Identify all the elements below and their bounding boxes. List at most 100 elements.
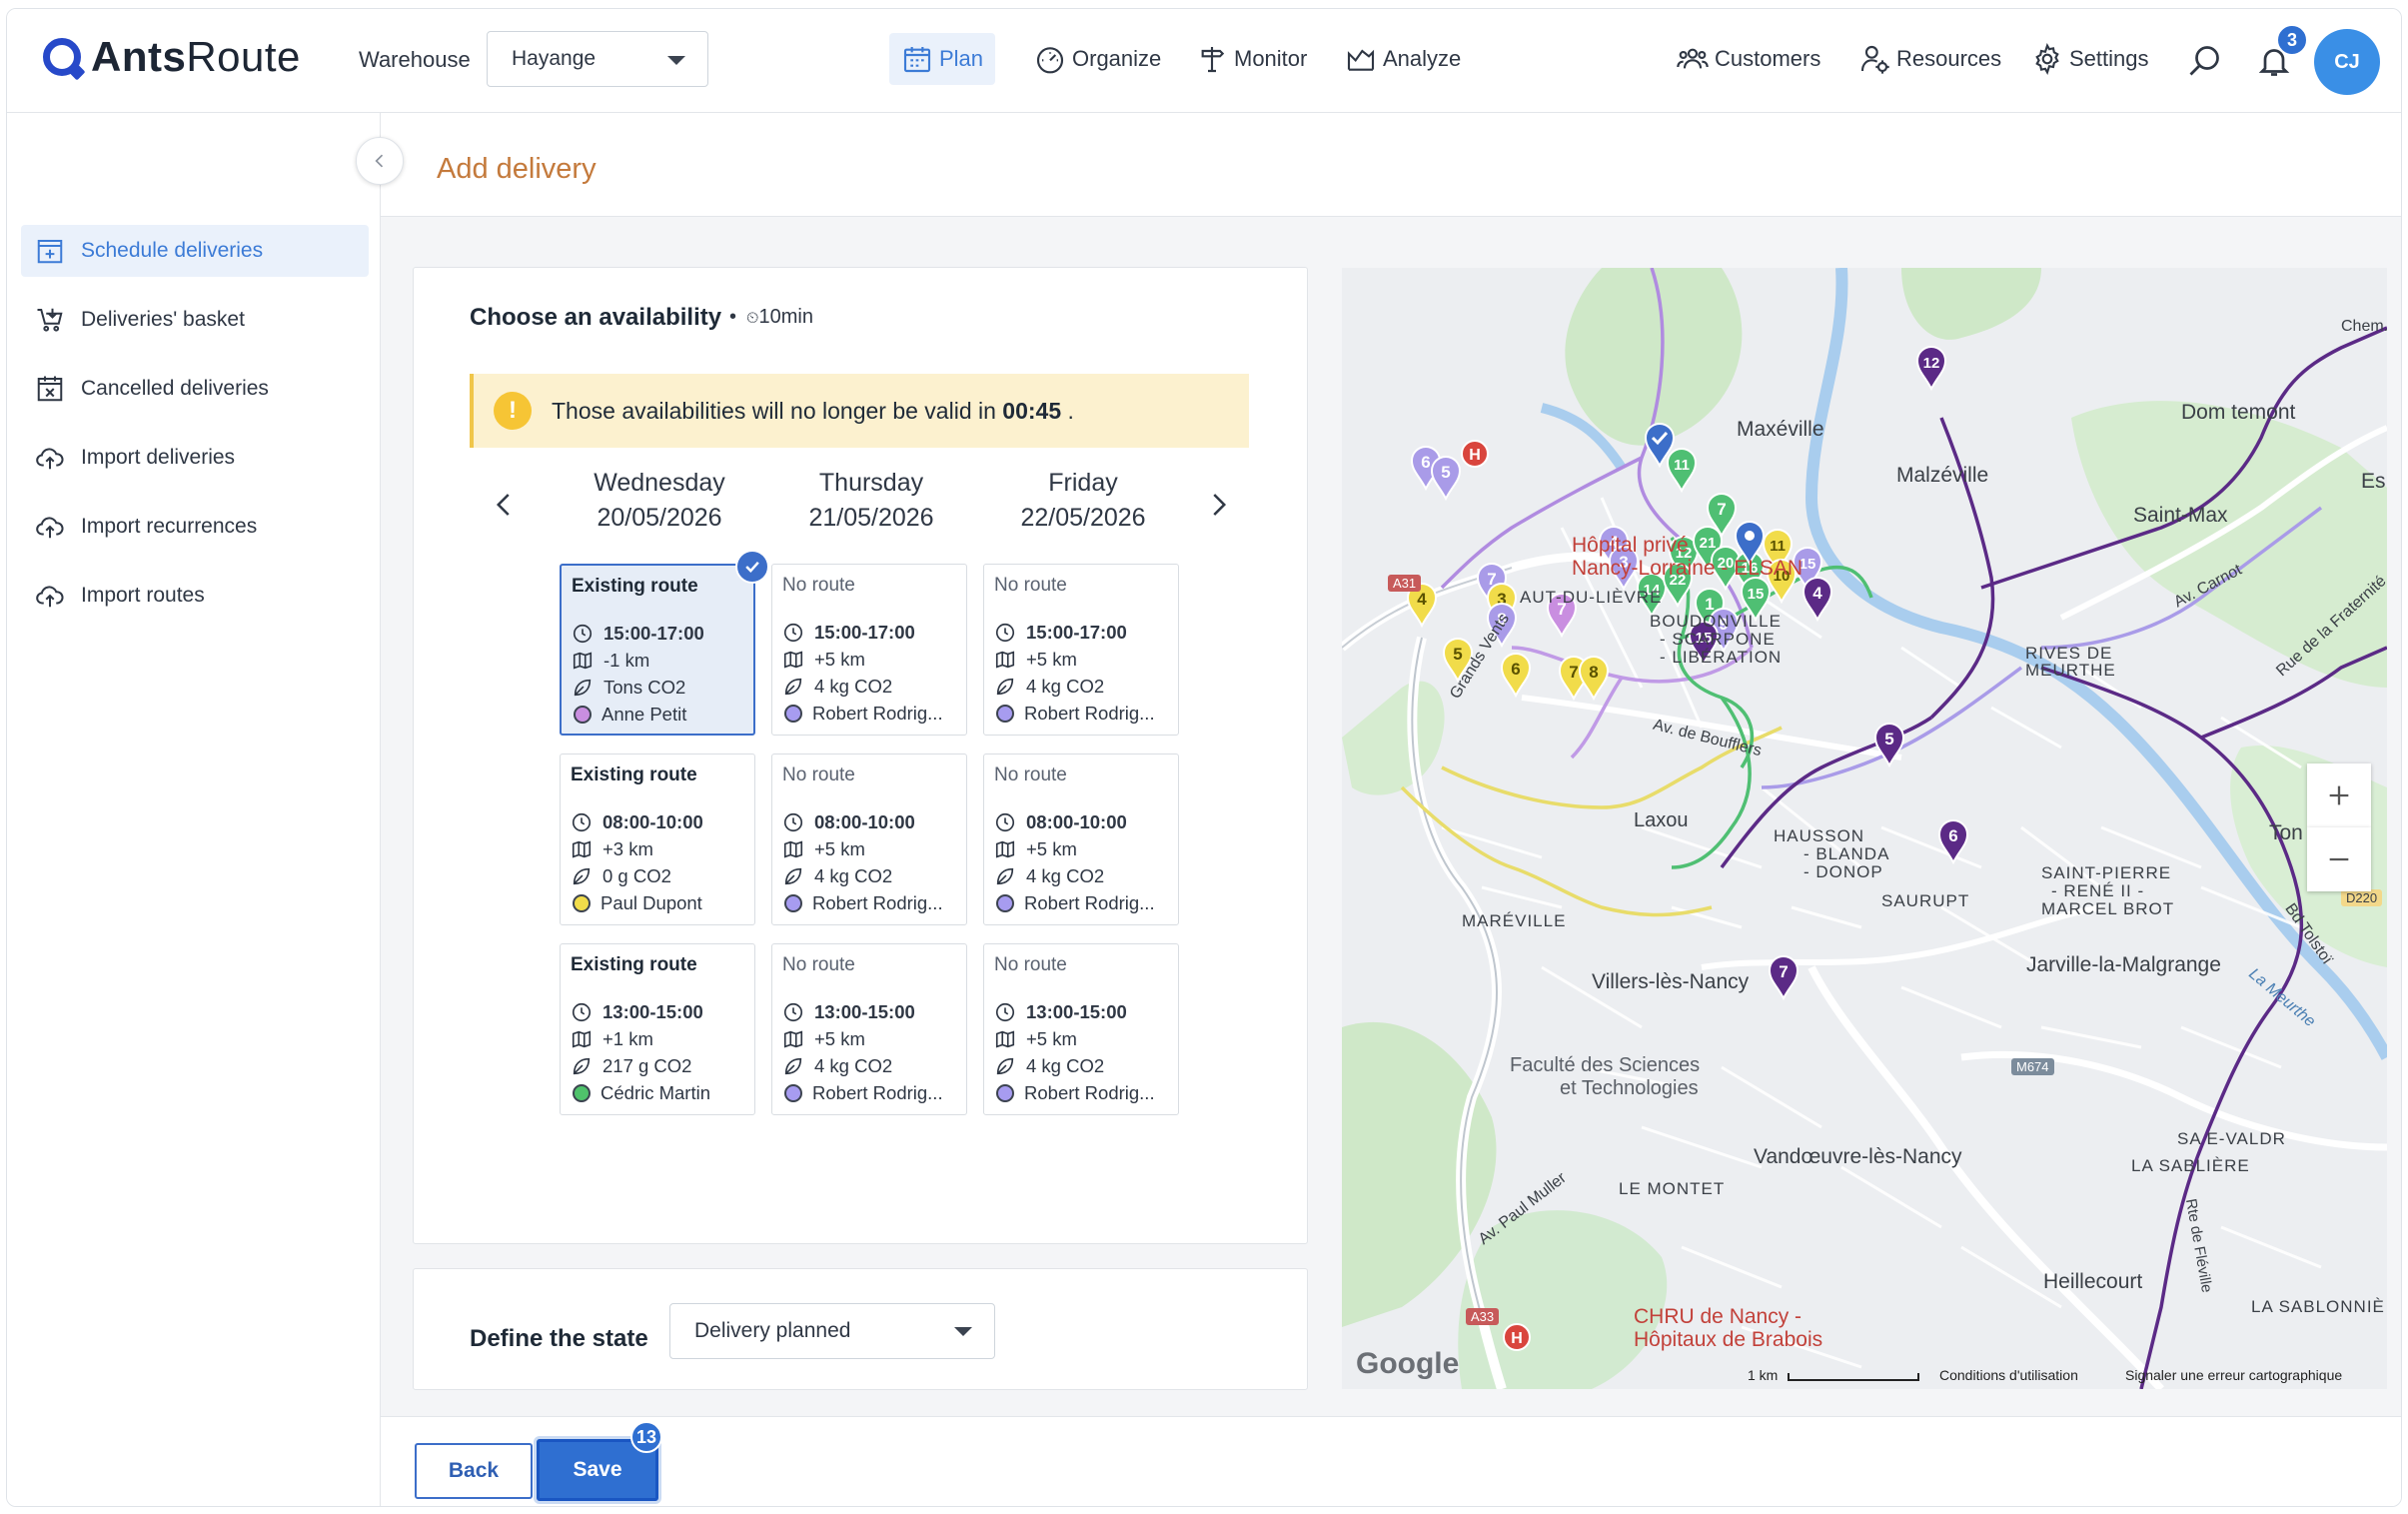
slot-distance: +3 km <box>602 837 653 859</box>
previous-days-arrow[interactable] <box>490 490 520 520</box>
driver-color-dot <box>996 704 1014 723</box>
clock-icon <box>995 1002 1015 1021</box>
day-weekday: Thursday <box>818 469 924 497</box>
avatar[interactable]: CJ <box>2314 29 2380 95</box>
hospital-icon: H <box>1503 1323 1531 1351</box>
map-label-dommartemont: Dom temont <box>2181 401 2296 424</box>
map-marker-number: 6 <box>1421 453 1430 472</box>
logo[interactable]: AntsRoute <box>43 33 301 81</box>
sidebar-item-import-routes[interactable]: Import routes <box>21 570 369 622</box>
chevron-left-icon <box>375 154 384 168</box>
leaf-icon <box>996 1057 1014 1074</box>
day-weekday: Wednesday <box>594 469 725 497</box>
availability-slot[interactable]: No route 15:00-17:00 +5 km 4 kg CO2 Robert R… <box>771 564 967 736</box>
map-label-heillecourt: Heillecourt <box>2043 1270 2143 1293</box>
driver-color-dot <box>574 705 592 724</box>
sidebar-item-cancelled-deliveries[interactable]: Cancelled deliveries <box>21 363 369 415</box>
slot-distance: -1 km <box>603 649 650 671</box>
slot-heading: No route <box>994 954 1067 975</box>
state-select[interactable]: Delivery planned <box>669 1303 995 1359</box>
svg-text:H: H <box>1469 447 1481 464</box>
map-marker-number: 5 <box>1453 645 1462 664</box>
day-column-header: Thursday 21/05/2026 <box>771 466 971 536</box>
availability-slot[interactable]: Existing route 08:00-10:00 +3 km 0 g CO2 Pau… <box>560 754 755 925</box>
stopwatch-icon: ⏲ <box>746 310 759 327</box>
map-marker-number: 11 <box>1770 538 1786 555</box>
map-label-sablonniere: LA SABLONNIÈ <box>2251 1297 2385 1316</box>
distance-map-icon <box>995 1030 1015 1047</box>
slot-distance: +5 km <box>1026 837 1077 859</box>
collapse-sidebar-button[interactable] <box>356 137 404 185</box>
route-map[interactable]: 12 6 5 11 7 4 3 12 21 20 14 22 16 15 11 10 15 4 1 9 15 7 4 7 3 8 5… <box>1342 268 2387 1389</box>
warehouse-label: Warehouse <box>359 47 471 72</box>
availability-slot[interactable]: No route 13:00-15:00 +5 km 4 kg CO2 Robert R… <box>983 943 1179 1115</box>
nav-resources-label: Resources <box>1896 46 2002 71</box>
nav-monitor[interactable]: Monitor <box>1184 33 1319 85</box>
sidebar-item-label: Import routes <box>81 584 205 607</box>
nav-organize-label: Organize <box>1072 46 1162 71</box>
next-days-arrow[interactable] <box>1203 490 1233 520</box>
nav-monitor-label: Monitor <box>1234 46 1308 71</box>
driver-color-dot <box>996 893 1014 912</box>
sidebar-item-schedule-deliveries[interactable]: Schedule deliveries <box>21 225 369 277</box>
nav-plan[interactable]: Plan <box>889 33 996 85</box>
driver-color-dot <box>573 1083 591 1102</box>
slot-co2: 4 kg CO2 <box>814 675 893 697</box>
nav-organize[interactable]: Organize <box>1022 33 1173 85</box>
resources-icon <box>1860 45 1889 74</box>
map-label-faculte: Faculté des Sciences <box>1510 1054 1701 1076</box>
availability-slot[interactable]: No route 13:00-15:00 +5 km 4 kg CO2 Robert R… <box>771 943 967 1115</box>
map-report-link[interactable]: Signaler une erreur cartographique <box>2125 1367 2342 1383</box>
zoom-in-button[interactable] <box>2307 763 2371 827</box>
distance-map-icon <box>573 652 593 669</box>
availability-slot[interactable]: No route 15:00-17:00 +5 km 4 kg CO2 Robert R… <box>983 564 1179 736</box>
google-logo: Google <box>1356 1347 1460 1380</box>
day-date: 21/05/2026 <box>808 504 934 532</box>
zoom-out-button[interactable] <box>2307 827 2371 891</box>
nav-settings-label: Settings <box>2069 46 2149 71</box>
nav-plan-label: Plan <box>939 46 984 71</box>
calendar-x-icon <box>37 376 63 402</box>
sidebar-item-deliveries-basket[interactable]: Deliveries' basket <box>21 294 369 346</box>
sidebar-item-label: Deliveries' basket <box>81 308 245 331</box>
availability-slot[interactable]: No route 08:00-10:00 +5 km 4 kg CO2 Robert R… <box>771 754 967 925</box>
chart-icon <box>1347 49 1375 71</box>
back-button[interactable]: Back <box>415 1443 533 1499</box>
map-label-chem: Chem. <box>2341 318 2387 335</box>
slot-co2: 217 g CO2 <box>602 1054 692 1076</box>
cloud-upload-icon <box>36 586 64 608</box>
slot-time: 08:00-10:00 <box>602 810 703 832</box>
slot-heading: No route <box>994 764 1067 785</box>
availability-slot[interactable]: No route 08:00-10:00 +5 km 4 kg CO2 Robert R… <box>983 754 1179 925</box>
map-label-saint-max: Saint-Max <box>2133 504 2228 527</box>
sidebar-item-import-deliveries[interactable]: Import deliveries <box>21 432 369 484</box>
map-label-villers: Villers-lès-Nancy <box>1592 970 1750 993</box>
slot-time: 15:00-17:00 <box>603 622 704 644</box>
map-marker-number: 8 <box>1589 663 1598 682</box>
nav-resources[interactable]: Resources <box>1846 33 2013 85</box>
slot-co2: 0 g CO2 <box>602 864 671 886</box>
warehouse-select[interactable]: Hayange <box>487 31 708 87</box>
save-badge: 13 <box>630 1421 662 1453</box>
driver-color-dot <box>996 1083 1014 1102</box>
sidebar-item-import-recurrences[interactable]: Import recurrences <box>21 501 369 553</box>
map-marker-number: 6 <box>1511 660 1520 679</box>
nav-customers[interactable]: Customers <box>1665 33 1832 85</box>
availability-slot[interactable]: Existing route 15:00-17:00 -1 km Tons CO2 An… <box>560 550 769 736</box>
cloud-upload-icon <box>36 448 64 470</box>
clock-icon <box>995 812 1015 831</box>
nav-settings[interactable]: Settings <box>2019 33 2161 85</box>
nav-analyze[interactable]: Analyze <box>1333 33 1473 85</box>
slot-driver: Anne Petit <box>602 703 687 725</box>
map-label-liberation: - LIBÉRATION <box>1660 648 1783 667</box>
slot-distance: +5 km <box>814 648 865 670</box>
map-label-mareville: MARÉVILLE <box>1462 911 1567 930</box>
map-label-la-sabliere: LA SABLIÈRE <box>2131 1156 2250 1175</box>
availability-slot[interactable]: Existing route 13:00-15:00 +1 km 217 g CO2 C… <box>560 943 755 1115</box>
map-label-meurthe: MEURTHE <box>2025 661 2116 680</box>
map-terms-link[interactable]: Conditions d'utilisation <box>1939 1367 2078 1383</box>
selected-check-icon <box>735 550 769 584</box>
leaf-icon <box>996 678 1014 695</box>
map-road-d220: D220 <box>2341 889 2383 906</box>
search-icon[interactable] <box>2186 43 2222 79</box>
